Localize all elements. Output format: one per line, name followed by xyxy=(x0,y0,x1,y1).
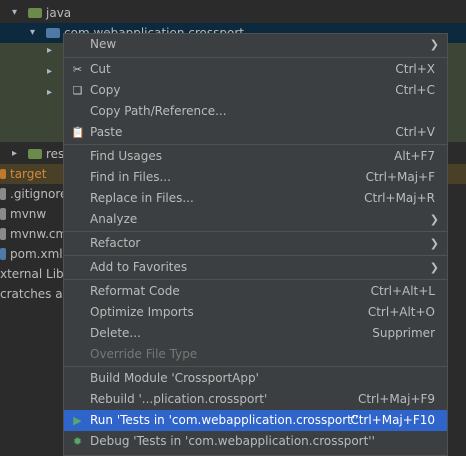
chevron-right-icon[interactable]: ▸ xyxy=(47,67,55,77)
chevron-right-icon[interactable]: ▸ xyxy=(12,149,20,159)
menu-item-cut[interactable]: ✂ Cut Ctrl+X xyxy=(64,59,447,80)
menu-separator xyxy=(64,57,447,58)
chevron-right-icon[interactable]: ▸ xyxy=(47,46,55,56)
menu-item-run-tests[interactable]: ▶ Run 'Tests in 'com.webapplication.cros… xyxy=(64,410,447,431)
tree-item-label: target xyxy=(10,167,47,181)
file-icon xyxy=(0,188,6,200)
tree-item-label: java xyxy=(46,6,72,20)
package-icon xyxy=(46,28,60,38)
file-icon xyxy=(0,208,6,220)
menu-item-delete[interactable]: Delete... Supprimer xyxy=(64,323,447,344)
menu-separator xyxy=(64,144,447,145)
menu-separator xyxy=(64,279,447,280)
chevron-down-icon[interactable]: ▾ xyxy=(12,8,20,18)
menu-item-paste[interactable]: 📋 Paste Ctrl+V xyxy=(64,122,447,143)
debug-icon: ✹ xyxy=(72,435,83,448)
menu-item-new[interactable]: New ❯ xyxy=(64,34,447,55)
menu-item-analyze[interactable]: Analyze ❯ xyxy=(64,209,447,230)
menu-item-copy-path[interactable]: Copy Path/Reference... xyxy=(64,101,447,122)
menu-item-find-in-files[interactable]: Find in Files... Ctrl+Maj+F xyxy=(64,167,447,188)
folder-icon xyxy=(28,149,42,159)
scissors-icon: ✂ xyxy=(72,63,83,76)
chevron-right-icon: ❯ xyxy=(429,261,439,274)
folder-icon xyxy=(0,169,6,179)
menu-item-add-to-favorites[interactable]: Add to Favorites ❯ xyxy=(64,257,447,278)
menu-item-find-usages[interactable]: Find Usages Alt+F7 xyxy=(64,146,447,167)
chevron-down-icon[interactable]: ▾ xyxy=(30,28,38,38)
tree-item-label: pom.xml xyxy=(10,247,63,261)
chevron-right-icon: ❯ xyxy=(429,38,439,51)
chevron-right-icon: ❯ xyxy=(429,213,439,226)
chevron-right-icon[interactable]: ▸ xyxy=(47,88,55,98)
menu-item-copy[interactable]: ❏ Copy Ctrl+C xyxy=(64,80,447,101)
tree-item-label: mvnw xyxy=(10,207,47,221)
context-menu: New ❯ ✂ Cut Ctrl+X ❏ Copy Ctrl+C Copy Pa… xyxy=(63,33,448,456)
maven-file-icon xyxy=(0,248,6,260)
menu-item-reformat-code[interactable]: Reformat Code Ctrl+Alt+L xyxy=(64,281,447,302)
menu-item-refactor[interactable]: Refactor ❯ xyxy=(64,233,447,254)
chevron-right-icon: ❯ xyxy=(429,237,439,250)
menu-item-debug-tests[interactable]: ✹ Debug 'Tests in 'com.webapplication.cr… xyxy=(64,431,447,452)
file-icon xyxy=(0,228,6,240)
menu-separator xyxy=(64,366,447,367)
folder-icon xyxy=(28,8,42,18)
menu-item-build-module[interactable]: Build Module 'CrossportApp' xyxy=(64,368,447,389)
menu-item-rebuild[interactable]: Rebuild '...plication.crossport' Ctrl+Ma… xyxy=(64,389,447,410)
run-icon: ▶ xyxy=(73,414,82,427)
menu-item-replace-in-files[interactable]: Replace in Files... Ctrl+Maj+R xyxy=(64,188,447,209)
tree-item-label: .gitignore xyxy=(10,187,68,201)
clipboard-icon: 📋 xyxy=(71,126,85,139)
menu-item-override-file-type: Override File Type xyxy=(90,347,198,361)
menu-item-optimize-imports[interactable]: Optimize Imports Ctrl+Alt+O xyxy=(64,302,447,323)
menu-separator xyxy=(64,255,447,256)
tree-item-java[interactable]: ▾ java xyxy=(0,3,466,23)
menu-separator xyxy=(64,231,447,232)
copy-icon: ❏ xyxy=(72,84,83,97)
